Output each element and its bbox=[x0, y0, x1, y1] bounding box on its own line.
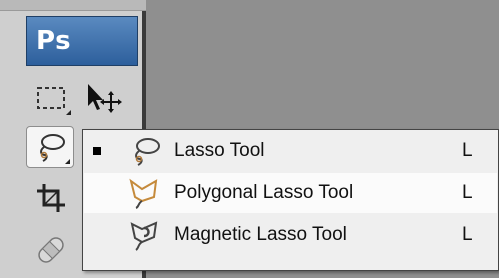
magnetic-lasso-icon bbox=[130, 221, 158, 251]
marquee-icon bbox=[37, 87, 65, 109]
more-tools-indicator bbox=[66, 110, 71, 115]
marquee-tool-button[interactable] bbox=[28, 78, 74, 118]
menu-item-shortcut: L bbox=[462, 224, 473, 245]
lasso-icon bbox=[40, 134, 65, 162]
menu-item-label: Lasso Tool bbox=[174, 140, 265, 161]
photoshop-logo: Ps bbox=[26, 16, 138, 66]
lasso-tools-flyout-menu: Lasso Tool L Polygonal Lasso Tool L Magn… bbox=[82, 129, 499, 271]
lasso-icon bbox=[135, 138, 160, 166]
panel-header[interactable] bbox=[0, 0, 146, 11]
selected-bullet-icon bbox=[93, 147, 101, 155]
menu-item-label: Polygonal Lasso Tool bbox=[174, 182, 354, 203]
crop-tool-button[interactable] bbox=[28, 178, 74, 218]
move-tool-button[interactable] bbox=[80, 78, 126, 118]
more-tools-indicator bbox=[65, 159, 70, 164]
polygonal-lasso-icon bbox=[129, 178, 158, 209]
bandage-icon bbox=[38, 237, 64, 263]
move-icon bbox=[88, 84, 122, 113]
crop-icon bbox=[37, 184, 65, 212]
menu-item-label: Magnetic Lasso Tool bbox=[174, 224, 347, 245]
menu-item-shortcut: L bbox=[462, 140, 473, 161]
menu-item-magnetic-lasso-tool[interactable]: Magnetic Lasso Tool L bbox=[84, 215, 497, 255]
menu-item-polygonal-lasso-tool[interactable]: Polygonal Lasso Tool L bbox=[84, 173, 497, 213]
healing-tool-button[interactable] bbox=[28, 230, 74, 270]
menu-item-shortcut: L bbox=[462, 182, 473, 203]
lasso-tool-button[interactable] bbox=[26, 126, 74, 168]
logo-text: Ps bbox=[36, 26, 72, 56]
menu-item-lasso-tool[interactable]: Lasso Tool L bbox=[84, 131, 497, 171]
